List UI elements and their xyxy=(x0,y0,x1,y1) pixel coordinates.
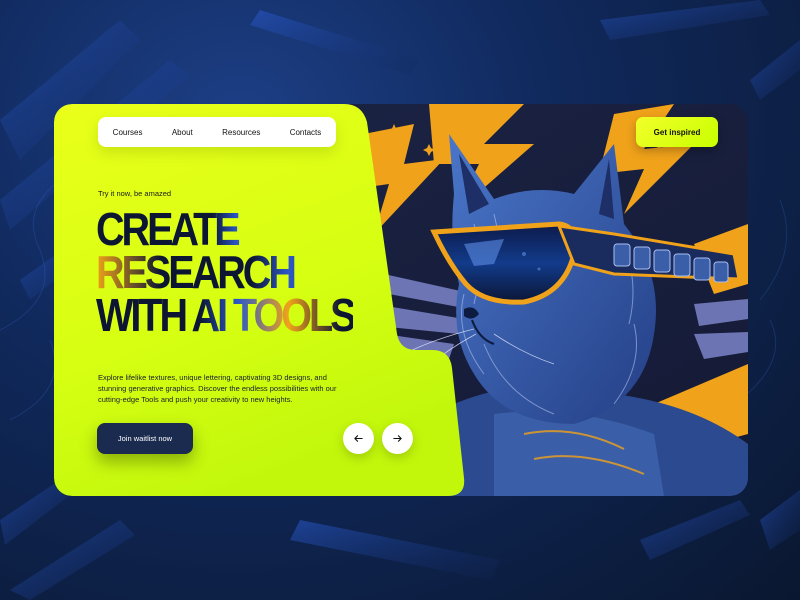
hero-description: Explore lifelike textures, unique letter… xyxy=(98,373,337,404)
nav-item-courses[interactable]: Courses xyxy=(113,128,143,137)
headline-line-3: WITH AI TOOLS xyxy=(96,289,357,341)
arrow-left-icon xyxy=(354,435,363,442)
nav-item-resources[interactable]: Resources xyxy=(222,128,260,137)
nav-item-about[interactable]: About xyxy=(172,128,193,137)
arrow-right-icon xyxy=(393,435,402,442)
hero-tagline: Try it now, be amazed xyxy=(98,189,172,198)
headline-line-2: RESEARCH xyxy=(96,249,354,295)
nav-item-contacts[interactable]: Contacts xyxy=(290,128,322,137)
main-nav: Courses About Resources Contacts xyxy=(98,117,336,147)
prev-button[interactable] xyxy=(343,423,374,454)
get-inspired-button[interactable]: Get inspired xyxy=(636,117,718,147)
join-waitlist-button[interactable]: Join waitlist now xyxy=(97,423,193,454)
headline-line-1: CREATE xyxy=(96,206,354,252)
next-button[interactable] xyxy=(382,423,413,454)
hero-headline: CREATE RESEARCH WITH AI TOOLS xyxy=(96,206,357,341)
